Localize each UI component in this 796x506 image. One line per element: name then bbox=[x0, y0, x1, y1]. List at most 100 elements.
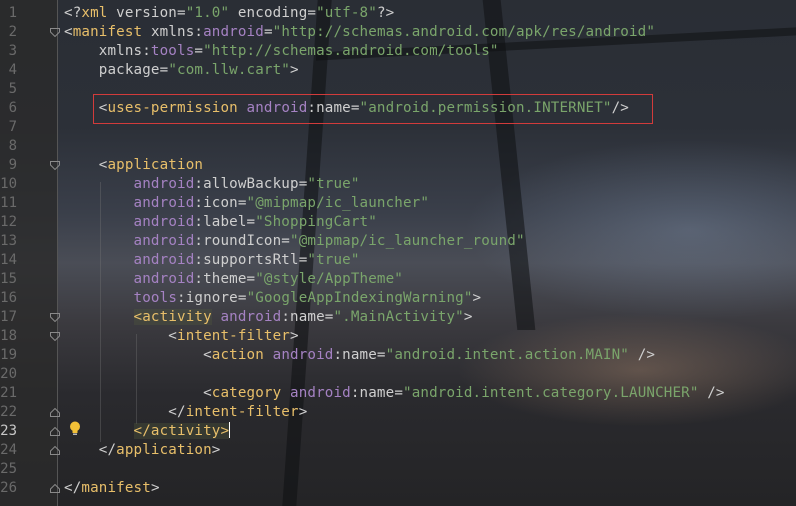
code-line[interactable]: 9 <application bbox=[0, 156, 796, 175]
code-text[interactable]: <application bbox=[64, 156, 203, 175]
code-token: package= bbox=[64, 62, 169, 78]
code-token: > bbox=[150, 480, 160, 496]
code-token: "1.0" bbox=[185, 5, 230, 21]
code-token: xml bbox=[81, 5, 108, 21]
code-token: intent-filter bbox=[185, 404, 299, 420]
code-line[interactable]: 23 </activity> bbox=[0, 422, 796, 441]
code-text[interactable]: </intent-filter> bbox=[64, 403, 307, 422]
line-number: 11 bbox=[0, 195, 17, 211]
code-token: xmlns: bbox=[64, 43, 151, 59]
line-number: 24 bbox=[0, 442, 17, 458]
code-text[interactable]: android:roundIcon="@mipmap/ic_launcher_r… bbox=[64, 232, 525, 251]
line-number: 23 bbox=[0, 423, 17, 439]
code-line[interactable]: 4 package="com.llw.cart"> bbox=[0, 61, 796, 80]
fold-icon[interactable] bbox=[50, 408, 60, 417]
code-token: android bbox=[133, 233, 195, 249]
code-line[interactable]: 18 <intent-filter> bbox=[0, 327, 796, 346]
line-number: 8 bbox=[8, 138, 17, 154]
code-text[interactable]: <activity android:name=".MainActivity"> bbox=[64, 308, 473, 327]
lightbulb-icon[interactable] bbox=[69, 421, 81, 437]
code-token: action bbox=[211, 347, 264, 363]
code-line[interactable]: 17 <activity android:name=".MainActivity… bbox=[0, 308, 796, 327]
code-text[interactable]: android:theme="@style/AppTheme" bbox=[64, 270, 403, 289]
line-number: 12 bbox=[0, 214, 17, 230]
code-token: "http://schemas.android.com/apk/res/andr… bbox=[272, 24, 656, 40]
code-line[interactable]: 14 android:supportsRtl="true" bbox=[0, 251, 796, 270]
fold-icon[interactable] bbox=[50, 332, 60, 341]
code-line[interactable]: 3 xmlns:tools="http://schemas.android.co… bbox=[0, 42, 796, 61]
code-token: <? bbox=[64, 5, 82, 21]
fold-icon[interactable] bbox=[50, 28, 60, 37]
code-token: tools bbox=[150, 43, 195, 59]
code-token: android bbox=[203, 24, 264, 40]
code-token: "true" bbox=[307, 252, 360, 268]
code-text[interactable]: android:supportsRtl="true" bbox=[64, 251, 360, 270]
code-line[interactable]: 24 </application> bbox=[0, 441, 796, 460]
code-text[interactable]: <intent-filter> bbox=[64, 327, 299, 346]
fold-icon[interactable] bbox=[50, 484, 60, 493]
code-line[interactable]: 1 <?xml version="1.0" encoding="utf-8"?> bbox=[0, 4, 796, 23]
code-token: > bbox=[290, 62, 299, 78]
code-line[interactable]: 10 android:allowBackup="true" bbox=[0, 175, 796, 194]
code-token: "android.intent.action.MAIN" bbox=[385, 347, 629, 363]
line-number: 2 bbox=[8, 24, 17, 40]
code-text[interactable]: <manifest xmlns:android="http://schemas.… bbox=[64, 23, 655, 42]
line-number: 4 bbox=[8, 62, 17, 78]
code-token: "GoogleAppIndexingWarning" bbox=[246, 290, 473, 306]
code-line[interactable]: 20 bbox=[0, 365, 796, 384]
code-token: android bbox=[133, 176, 195, 192]
code-token: > bbox=[211, 442, 221, 458]
code-token: tools bbox=[133, 290, 178, 306]
code-token: /> bbox=[629, 347, 656, 363]
line-number: 3 bbox=[8, 43, 17, 59]
code-line[interactable]: 22 </intent-filter> bbox=[0, 403, 796, 422]
code-text[interactable]: <?xml version="1.0" encoding="utf-8"?> bbox=[64, 4, 394, 23]
code-text[interactable]: </manifest> bbox=[64, 479, 160, 498]
code-token: :name= bbox=[281, 309, 334, 325]
code-token: "android.intent.category.LAUNCHER" bbox=[403, 385, 699, 401]
code-text[interactable]: android:icon="@mipmap/ic_launcher" bbox=[64, 194, 429, 213]
code-line[interactable]: 26 </manifest> bbox=[0, 479, 796, 498]
code-line[interactable]: 16 tools:ignore="GoogleAppIndexingWarnin… bbox=[0, 289, 796, 308]
line-number: 1 bbox=[8, 5, 17, 21]
code-token: version= bbox=[107, 5, 186, 21]
code-token: < bbox=[64, 157, 108, 173]
code-text[interactable]: android:allowBackup="true" bbox=[64, 175, 360, 194]
code-line[interactable]: 13 android:roundIcon="@mipmap/ic_launche… bbox=[0, 232, 796, 251]
code-line[interactable]: 21 <category android:name="android.inten… bbox=[0, 384, 796, 403]
fold-icon[interactable] bbox=[50, 446, 60, 455]
code-token: :ignore= bbox=[177, 290, 247, 306]
code-line[interactable]: 12 android:label="ShoppingCart" bbox=[0, 213, 796, 232]
code-text[interactable]: </activity> bbox=[64, 422, 231, 441]
line-number: 26 bbox=[0, 480, 17, 496]
code-text[interactable]: <category android:name="android.intent.c… bbox=[64, 384, 725, 403]
code-token: :allowBackup= bbox=[194, 176, 308, 192]
code-token: </ bbox=[64, 442, 117, 458]
line-number: 25 bbox=[0, 461, 17, 477]
fold-icon[interactable] bbox=[50, 313, 60, 322]
code-line[interactable]: 8 bbox=[0, 137, 796, 156]
code-text[interactable]: tools:ignore="GoogleAppIndexingWarning"> bbox=[64, 289, 482, 308]
permission-highlight-box bbox=[93, 94, 653, 124]
code-token: > bbox=[290, 328, 299, 344]
code-line[interactable]: 11 android:icon="@mipmap/ic_launcher" bbox=[0, 194, 796, 213]
code-token: </ bbox=[64, 480, 82, 496]
code-line[interactable]: 25 bbox=[0, 460, 796, 479]
fold-icon[interactable] bbox=[50, 161, 60, 170]
code-token: manifest bbox=[81, 480, 151, 496]
code-text[interactable]: package="com.llw.cart"> bbox=[64, 61, 299, 80]
code-text[interactable]: <action android:name="android.intent.act… bbox=[64, 346, 655, 365]
line-number: 5 bbox=[8, 81, 17, 97]
code-line[interactable]: 19 <action android:name="android.intent.… bbox=[0, 346, 796, 365]
fold-icon[interactable] bbox=[50, 427, 60, 436]
code-text[interactable]: xmlns:tools="http://schemas.android.com/… bbox=[64, 42, 499, 61]
code-text[interactable]: </application> bbox=[64, 441, 221, 460]
code-text[interactable]: android:label="ShoppingCart" bbox=[64, 213, 377, 232]
code-line[interactable]: 15 android:theme="@style/AppTheme" bbox=[0, 270, 796, 289]
code-token: android bbox=[133, 271, 195, 287]
code-line[interactable]: 2 <manifest xmlns:android="http://schemas… bbox=[0, 23, 796, 42]
code-token: android bbox=[133, 195, 195, 211]
